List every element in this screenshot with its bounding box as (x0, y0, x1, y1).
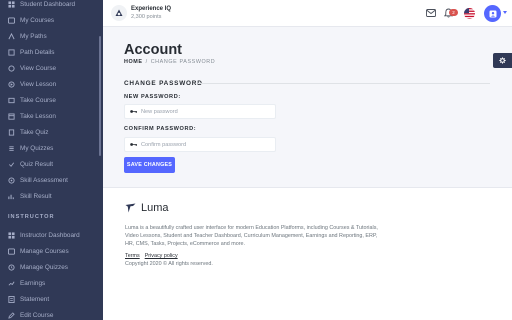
new-password-input[interactable] (141, 108, 271, 115)
terms-link[interactable]: Terms (125, 253, 140, 259)
save-changes-button[interactable]: SAVE CHANGES (124, 157, 175, 173)
page-title: Account (124, 42, 182, 58)
us-flag-icon[interactable] (463, 7, 475, 19)
statement-icon (8, 295, 15, 303)
sidebar-item-label: View Lesson (20, 80, 57, 88)
sidebar-item-statement[interactable]: Statement (0, 291, 96, 307)
sidebar-item-label: Take Course (20, 96, 56, 104)
footer-description: Luma is a beautifully crafted user inter… (125, 225, 378, 248)
sidebar-item-manage-courses[interactable]: Manage Courses (0, 243, 96, 259)
sidebar-item-take-lesson[interactable]: Take Lesson (0, 108, 96, 124)
confirm-password-input[interactable] (141, 141, 271, 148)
brand-logo-icon[interactable] (111, 5, 127, 21)
sidebar-item-manage-quizzes[interactable]: Manage Quizzes (0, 259, 96, 275)
key-icon (130, 110, 137, 113)
privacy-policy-link[interactable]: Privacy policy (145, 253, 178, 259)
path-details-icon (8, 48, 15, 56)
sidebar-item-label: Statement (20, 295, 50, 303)
footer-brand: Luma (125, 202, 169, 214)
dashboard-icon (8, 0, 15, 8)
sidebar-item-my-quizzes[interactable]: My Quizzes (0, 140, 96, 156)
brand-title[interactable]: Experience IQ (131, 6, 171, 12)
confirm-password-label: CONFIRM PASSWORD: (124, 126, 197, 132)
breadcrumb-home[interactable]: HOME (124, 59, 143, 65)
courses-icon (8, 16, 15, 24)
sidebar-item-label: Skill Assessment (20, 176, 68, 184)
sidebar-item-label: View Course (20, 64, 57, 72)
sidebar-item-label: Path Details (20, 48, 55, 56)
sidebar-item-label: Earnings (20, 279, 46, 287)
change-password-heading: CHANGE PASSWORD (124, 80, 203, 87)
sidebar-item-label: Instructor Dashboard (20, 231, 80, 239)
sidebar-item-label: Quiz Result (20, 160, 54, 168)
quiz-result-icon (8, 161, 15, 168)
footer-brand-name: Luma (141, 202, 169, 214)
earnings-icon (8, 280, 15, 287)
view-lesson-icon (8, 80, 15, 88)
sidebar-item-label: Edit Course (20, 311, 54, 319)
footer-links: Terms Privacy policy (125, 253, 178, 259)
skill-assessment-icon (8, 176, 15, 184)
sidebar-item-view-lesson[interactable]: View Lesson (0, 76, 96, 92)
user-avatar[interactable] (484, 5, 501, 22)
key-icon (130, 143, 137, 146)
breadcrumb-separator: / (145, 59, 148, 65)
sidebar-item-edit-course[interactable]: Edit Course (0, 307, 96, 320)
sidebar-item-my-courses[interactable]: My Courses (0, 12, 96, 28)
edit-course-icon (8, 311, 15, 319)
luma-logo-icon (125, 203, 136, 213)
notification-badge: 2 (449, 9, 458, 16)
footer-copyright: Copyright 2020 © All rights reserved. (125, 261, 213, 267)
sidebar-item-skill-result[interactable]: Skill Result (0, 188, 96, 204)
settings-button[interactable] (493, 53, 512, 68)
sidebar-item-label: My Courses (20, 16, 55, 24)
sidebar-item-path-details[interactable]: Path Details (0, 44, 96, 60)
paths-icon (8, 32, 15, 40)
manage-quizzes-icon (8, 263, 15, 271)
sidebar-item-skill-assessment[interactable]: Skill Assessment (0, 172, 96, 188)
sidebar-item-label: Skill Result (20, 192, 52, 200)
chevron-down-icon[interactable] (503, 11, 507, 14)
mail-icon[interactable] (425, 7, 437, 19)
sidebar-item-view-course[interactable]: View Course (0, 60, 96, 76)
section-divider (198, 83, 490, 84)
sidebar-item-quiz-result[interactable]: Quiz Result (0, 156, 96, 172)
sidebar-item-take-quiz[interactable]: Take Quiz (0, 124, 96, 140)
sidebar-item-my-paths[interactable]: My Paths (0, 28, 96, 44)
sidebar: Student Dashboard My Courses My Paths Pa… (0, 0, 103, 320)
brand-points: 2,300 points (131, 14, 162, 20)
take-lesson-icon (8, 112, 15, 120)
gear-icon (499, 57, 506, 64)
confirm-password-field[interactable] (124, 137, 276, 152)
my-quizzes-icon (8, 145, 15, 152)
take-course-icon (8, 97, 15, 104)
sidebar-item-take-course[interactable]: Take Course (0, 92, 96, 108)
top-navbar: Experience IQ 2,300 points 2 (103, 0, 512, 27)
sidebar-item-label: Take Quiz (20, 128, 49, 136)
sidebar-item-label: Manage Courses (20, 247, 69, 255)
sidebar-item-label: Student Dashboard (20, 0, 76, 8)
footer: Luma Luma is a beautifully crafted user … (103, 187, 512, 320)
sidebar-item-instructor-dashboard[interactable]: Instructor Dashboard (0, 227, 96, 243)
sidebar-item-label: Take Lesson (20, 112, 56, 120)
sidebar-item-earnings[interactable]: Earnings (0, 275, 96, 291)
manage-courses-icon (8, 247, 15, 255)
new-password-label: NEW PASSWORD: (124, 94, 181, 100)
skill-result-icon (8, 193, 15, 200)
sidebar-scrollbar[interactable] (99, 36, 101, 156)
instructor-dashboard-icon (8, 231, 15, 239)
sidebar-section-instructor: INSTRUCTOR (8, 214, 55, 220)
sidebar-item-student-dashboard[interactable]: Student Dashboard (0, 0, 96, 12)
breadcrumb-current: CHANGE PASSWORD (150, 59, 216, 65)
sidebar-item-label: My Paths (20, 32, 47, 40)
sidebar-item-label: Manage Quizzes (20, 263, 68, 271)
quiz-icon (8, 128, 15, 136)
breadcrumb: HOME / CHANGE PASSWORD (124, 59, 215, 65)
new-password-field[interactable] (124, 104, 276, 119)
sidebar-item-label: My Quizzes (20, 144, 54, 152)
view-course-icon (8, 64, 15, 72)
